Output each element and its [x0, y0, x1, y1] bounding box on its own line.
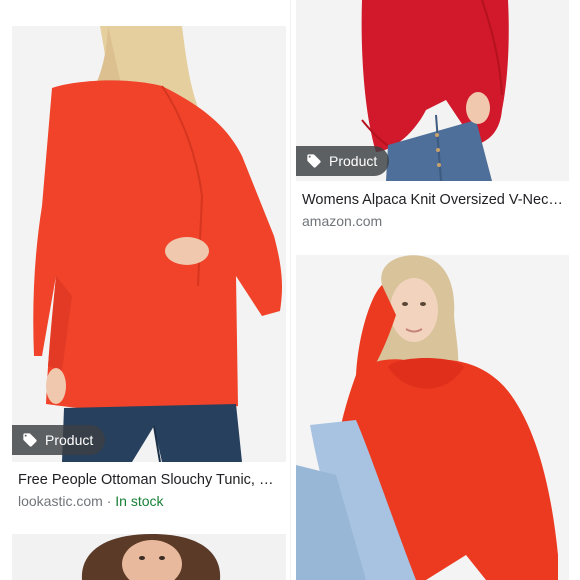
product-title[interactable]: Free People Ottoman Slouchy Tunic, $…	[18, 472, 280, 488]
product-image[interactable]	[296, 255, 569, 580]
partial-model-photo	[12, 534, 286, 580]
result-card-left-top[interactable]: Product Free People Ottoman Slouchy Tuni…	[12, 26, 286, 520]
result-card-right-bottom[interactable]	[296, 255, 569, 580]
availability-status: In stock	[115, 493, 164, 509]
product-image[interactable]: Product	[296, 0, 569, 181]
source-domain[interactable]: lookastic.com	[18, 493, 103, 509]
badge-label: Product	[329, 153, 378, 169]
result-card-left-bottom[interactable]	[12, 534, 286, 580]
product-badge: Product	[12, 425, 106, 455]
result-card-right-top[interactable]: Product Womens Alpaca Knit Oversized V-N…	[296, 0, 569, 236]
product-source-line: amazon.com	[302, 213, 382, 229]
column-divider	[290, 0, 291, 580]
red-tunic-photo	[12, 26, 286, 462]
price-tag-icon	[22, 432, 38, 448]
separator-dot: ·	[106, 493, 112, 509]
source-domain[interactable]: amazon.com	[302, 213, 382, 229]
product-title[interactable]: Womens Alpaca Knit Oversized V-Neck…	[302, 192, 564, 208]
red-fuzzy-sweater-photo	[296, 255, 569, 580]
product-source-line: lookastic.com · In stock	[18, 493, 164, 509]
product-image[interactable]: Product	[12, 26, 286, 462]
product-image[interactable]	[12, 534, 286, 580]
product-badge: Product	[296, 146, 390, 176]
badge-label: Product	[45, 432, 94, 448]
price-tag-icon	[306, 153, 322, 169]
